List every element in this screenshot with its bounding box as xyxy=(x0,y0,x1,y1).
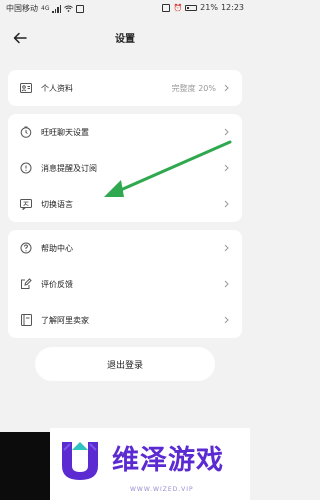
brand-url: WWW.WIZED.VIP xyxy=(130,486,194,493)
chevron-right-icon xyxy=(222,315,230,325)
settings-item-about-seller[interactable]: 了解阿里卖家 xyxy=(8,302,242,338)
feedback-label: 评价反馈 xyxy=(41,279,73,289)
network-type: 4G xyxy=(41,5,50,12)
wangwang-chat-label: 旺旺聊天设置 xyxy=(41,127,89,137)
battery-percent: 21% xyxy=(200,3,218,12)
settings-item-profile[interactable]: 个人资料 完整度 20% xyxy=(8,70,242,106)
status-left: 中国移动 4G xyxy=(6,3,85,14)
watermark: 维泽游戏 WWW.WIZED.VIP xyxy=(50,428,250,500)
question-circle-icon xyxy=(20,242,32,254)
brand-text: 维泽游戏 xyxy=(112,445,224,476)
book-icon xyxy=(20,314,32,326)
battery-icon xyxy=(185,4,198,11)
chevron-right-icon xyxy=(222,127,230,137)
about-seller-label: 了解阿里卖家 xyxy=(41,315,89,325)
settings-item-notifications[interactable]: 消息提醒及订阅 xyxy=(8,150,242,186)
preferences-card: 旺旺聊天设置 消息提醒及订阅 切换语言 xyxy=(8,114,242,222)
wifi-icon xyxy=(64,5,74,12)
alarm-icon: ⏰ xyxy=(173,3,183,12)
help-center-label: 帮助中心 xyxy=(41,243,73,253)
status-right: ⏰ 21% 12:23 xyxy=(162,3,244,12)
chevron-right-icon xyxy=(222,279,230,289)
id-card-icon xyxy=(20,82,32,94)
page-title: 设置 xyxy=(115,34,135,45)
signal-icon xyxy=(52,4,62,13)
help-card: 帮助中心 评价反馈 了解阿里卖家 xyxy=(8,230,242,338)
notifications-label: 消息提醒及订阅 xyxy=(41,163,97,173)
header: 设置 xyxy=(0,18,250,58)
chevron-right-icon xyxy=(222,83,230,93)
logout-button[interactable]: 退出登录 xyxy=(35,347,215,381)
profile-card: 个人资料 完整度 20% xyxy=(8,70,242,106)
bell-icon xyxy=(20,162,32,174)
carrier-name: 中国移动 xyxy=(6,4,38,13)
status-bar: 中国移动 4G ⏰ 21% 12:23 xyxy=(0,0,250,18)
notification-icon xyxy=(76,4,85,13)
profile-completeness: 完整度 20% xyxy=(171,83,216,93)
settings-item-language[interactable]: 切换语言 xyxy=(8,186,242,222)
chat-timer-icon xyxy=(20,126,32,138)
language-label: 切换语言 xyxy=(41,199,73,209)
chevron-right-icon xyxy=(222,163,230,173)
edit-feedback-icon xyxy=(20,278,32,290)
settings-item-help-center[interactable]: 帮助中心 xyxy=(8,230,242,266)
clock-time: 12:23 xyxy=(220,3,244,12)
settings-item-feedback[interactable]: 评价反馈 xyxy=(8,266,242,302)
nfc-icon xyxy=(162,3,171,12)
chevron-right-icon xyxy=(222,243,230,253)
settings-item-wangwang-chat[interactable]: 旺旺聊天设置 xyxy=(8,114,242,150)
brand-logo-icon xyxy=(62,442,98,480)
profile-label: 个人资料 xyxy=(41,83,73,93)
language-icon xyxy=(20,198,32,210)
chevron-right-icon xyxy=(222,199,230,209)
